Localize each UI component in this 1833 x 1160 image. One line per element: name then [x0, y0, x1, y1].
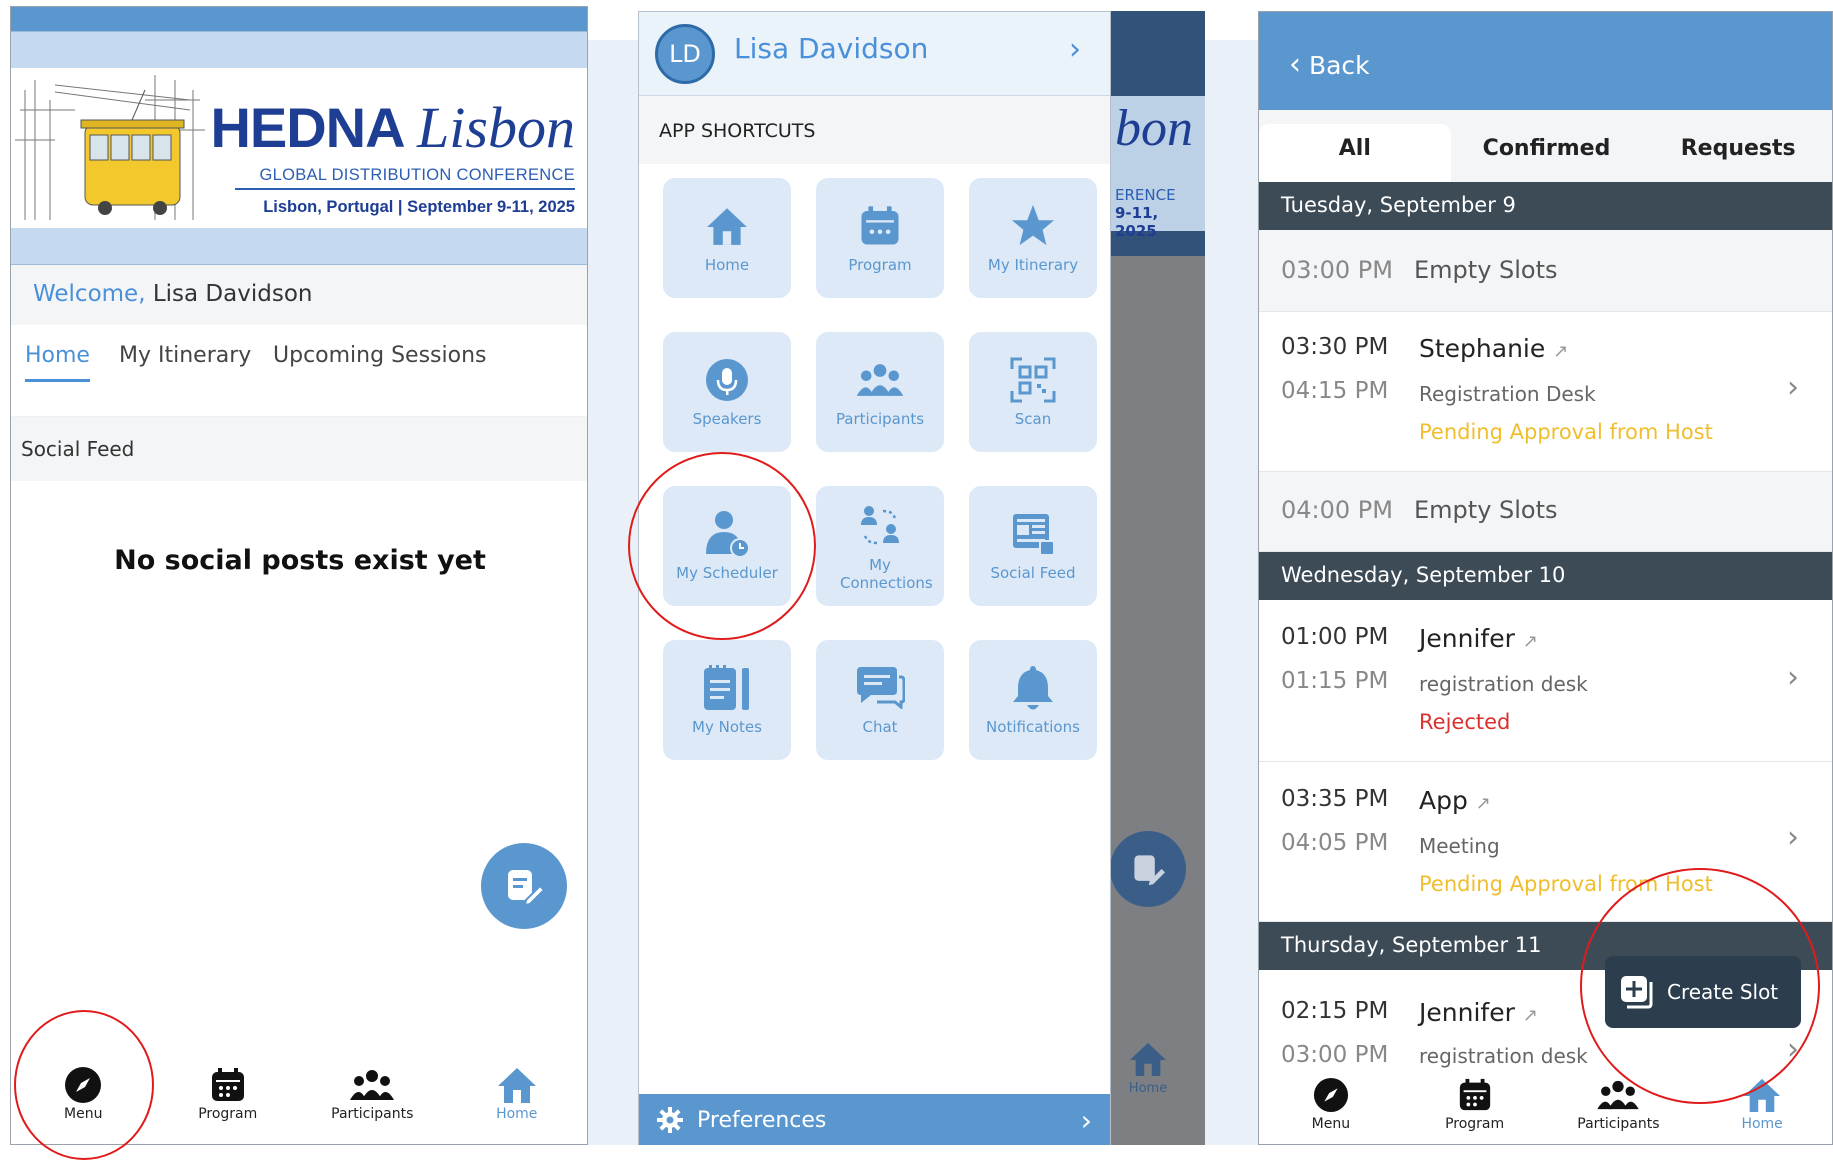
shortcut-chat[interactable]: Chat — [816, 640, 944, 760]
filter-tabs: All Confirmed Requests — [1259, 110, 1832, 182]
compose-post-button[interactable] — [481, 843, 567, 929]
profile-name: Lisa Davidson — [734, 32, 929, 65]
conference-banner: HEDNA Lisbon GLOBAL DISTRIBUTION CONFERE… — [11, 31, 587, 265]
nav-participants[interactable]: Participants — [317, 1064, 427, 1122]
external-link-icon: ↗ — [1475, 793, 1491, 814]
back-button[interactable]: ‹ Back — [1259, 12, 1832, 110]
day-header: Wednesday, September 10 — [1259, 552, 1832, 600]
conference-subtitle: GLOBAL DISTRIBUTION CONFERENCE — [259, 166, 575, 184]
shortcut-notifications[interactable]: Notifications — [969, 640, 1097, 760]
tram-illustration — [15, 75, 205, 220]
meeting-participant[interactable]: Jennifer ↗ — [1419, 624, 1538, 653]
social-feed-header: Social Feed — [11, 417, 587, 481]
chevron-right-icon: › — [1787, 660, 1799, 695]
calendar-icon — [211, 1068, 244, 1101]
chevron-left-icon: ‹ — [1289, 47, 1301, 82]
edit-note-icon — [1134, 855, 1165, 886]
background-stripe — [588, 40, 638, 1145]
nav-menu[interactable]: Menu — [1276, 1074, 1386, 1132]
welcome-bar: Welcome, Lisa Davidson — [11, 265, 587, 325]
compose-post-button-behind — [1110, 831, 1186, 907]
notes-icon — [704, 665, 749, 710]
external-link-icon: ↗ — [1522, 631, 1538, 652]
people-icon — [350, 1070, 395, 1100]
meeting-participant[interactable]: Stephanie ↗ — [1419, 334, 1568, 363]
shortcut-my-itinerary[interactable]: My Itinerary — [969, 178, 1097, 298]
day-header: Tuesday, September 9 — [1259, 182, 1832, 230]
microphone-icon — [706, 359, 748, 401]
highlight-circle-menu — [14, 1010, 154, 1160]
people-icon — [856, 364, 904, 396]
bell-icon — [1013, 666, 1053, 710]
social-feed-icon — [1013, 514, 1055, 556]
shortcut-speakers[interactable]: Speakers — [663, 332, 791, 452]
chat-icon — [857, 667, 905, 709]
tab-my-itinerary[interactable]: My Itinerary — [119, 343, 251, 368]
nav-program[interactable]: Program — [1420, 1074, 1530, 1132]
background-stripe — [1205, 40, 1258, 1145]
background-banner-fragment: bon — [1111, 96, 1205, 186]
chevron-right-icon: › — [1787, 370, 1799, 405]
hedna-logo: HEDNA Lisbon — [210, 95, 575, 160]
status-badge: Rejected — [1419, 710, 1511, 734]
status-badge: Pending Approval from Host — [1419, 420, 1713, 444]
meeting-row[interactable]: 01:00 PM 01:15 PM Jennifer ↗ registratio… — [1259, 600, 1832, 762]
shortcut-my-connections[interactable]: My Connections — [816, 486, 944, 606]
external-link-icon: ↗ — [1553, 341, 1569, 362]
star-icon — [1011, 204, 1055, 246]
home-icon — [1130, 1042, 1166, 1077]
home-icon — [497, 1068, 536, 1103]
empty-slot-row[interactable]: 03:00 PM Empty Slots — [1259, 230, 1832, 312]
status-bar — [11, 7, 587, 31]
shortcut-my-notes[interactable]: My Notes — [663, 640, 791, 760]
nav-home-behind: Home — [1108, 1041, 1188, 1096]
connections-icon — [861, 506, 899, 545]
meeting-participant[interactable]: App ↗ — [1419, 786, 1491, 815]
chevron-right-icon: › — [1787, 820, 1799, 855]
empty-state-message: No social posts exist yet — [114, 545, 486, 576]
highlight-circle-create-slot — [1580, 868, 1820, 1104]
chevron-right-icon: › — [1080, 1103, 1092, 1137]
shortcut-home[interactable]: Home — [663, 178, 791, 298]
avatar: LD — [655, 24, 715, 84]
chevron-right-icon: › — [1069, 32, 1081, 67]
highlight-circle-my-scheduler — [628, 452, 816, 640]
gear-icon — [657, 1107, 683, 1133]
home-tabs: Home My Itinerary Upcoming Sessions — [11, 325, 587, 417]
home-screen: HEDNA Lisbon GLOBAL DISTRIBUTION CONFERE… — [10, 6, 588, 1145]
preferences-button[interactable]: Preferences › — [639, 1094, 1110, 1145]
shortcut-program[interactable]: Program — [816, 178, 944, 298]
shortcut-participants[interactable]: Participants — [816, 332, 944, 452]
edit-note-icon — [508, 870, 544, 906]
calendar-icon — [1459, 1078, 1490, 1111]
empty-slot-row[interactable]: 04:00 PM Empty Slots — [1259, 472, 1832, 552]
nav-home[interactable]: Home — [462, 1064, 572, 1122]
tab-confirmed[interactable]: Confirmed — [1451, 110, 1643, 182]
shortcut-scan[interactable]: Scan — [969, 332, 1097, 452]
location-date: Lisbon, Portugal | September 9-11, 2025 — [263, 198, 575, 216]
calendar-icon — [861, 206, 899, 245]
home-icon — [707, 208, 747, 245]
qr-icon — [1010, 357, 1056, 403]
shortcut-social-feed[interactable]: Social Feed — [969, 486, 1097, 606]
section-title: APP SHORTCUTS — [639, 96, 1110, 164]
compass-icon — [1313, 1077, 1348, 1113]
meeting-row[interactable]: 03:30 PM 04:15 PM Stephanie ↗ Registrati… — [1259, 312, 1832, 472]
tab-requests[interactable]: Requests — [1642, 110, 1832, 182]
nav-program[interactable]: Program — [173, 1064, 283, 1122]
profile-header[interactable]: LD Lisa Davidson › — [639, 12, 1110, 96]
tab-home[interactable]: Home — [25, 343, 90, 382]
external-link-icon: ↗ — [1522, 1005, 1538, 1026]
tab-upcoming-sessions[interactable]: Upcoming Sessions — [273, 343, 486, 368]
tab-all[interactable]: All — [1259, 124, 1451, 182]
meeting-participant[interactable]: Jennifer ↗ — [1419, 998, 1538, 1027]
